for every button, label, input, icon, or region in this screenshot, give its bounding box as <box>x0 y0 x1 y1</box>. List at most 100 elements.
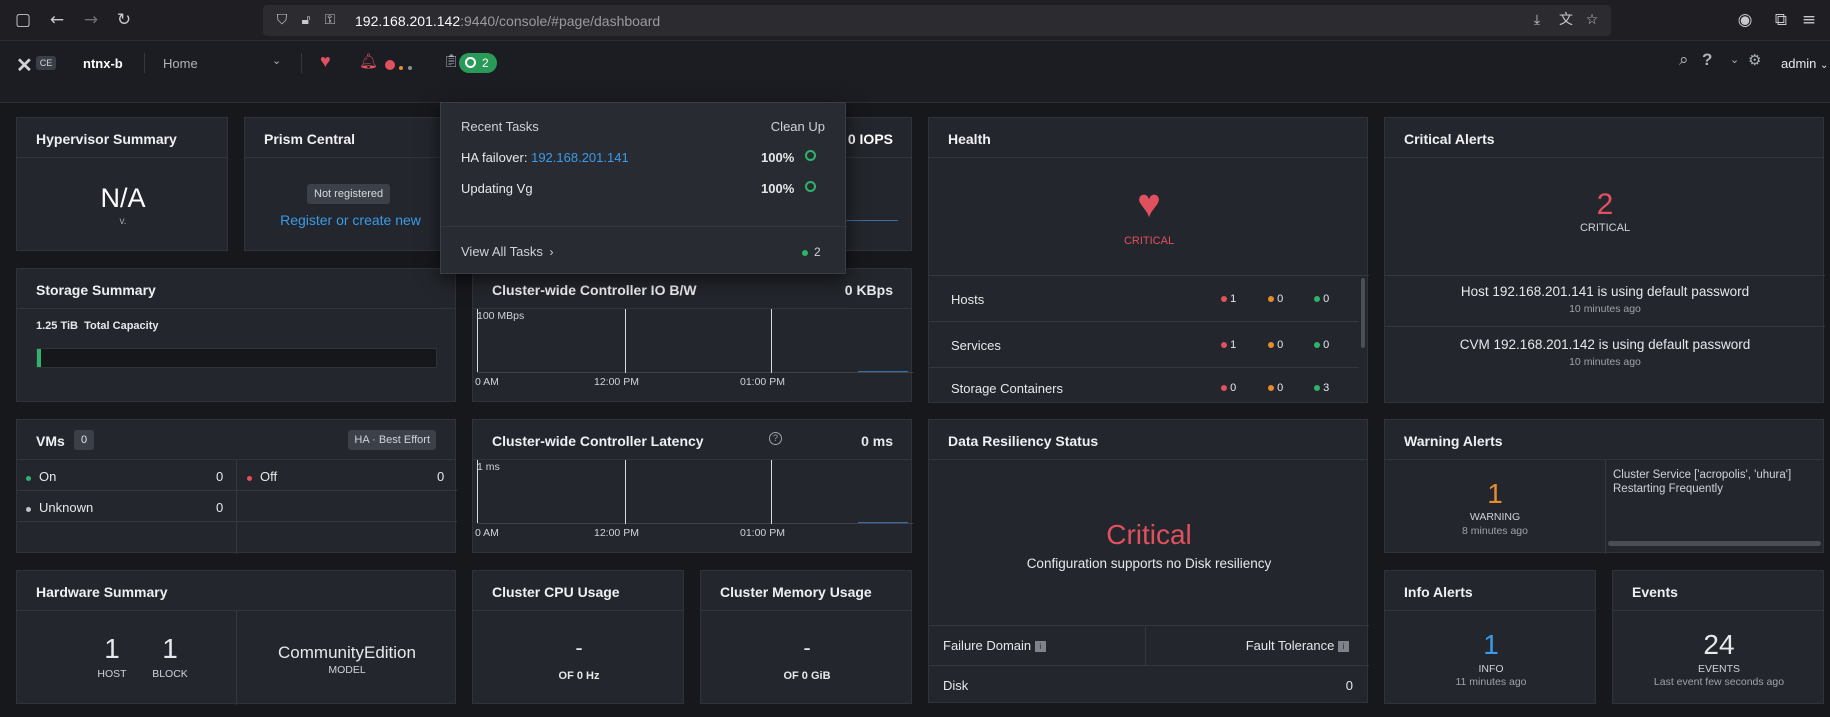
widget-title: Storage Summary <box>36 282 156 298</box>
resiliency-description: Configuration supports no Disk resilienc… <box>1026 556 1272 571</box>
ha-badge: HA · Best Effort <box>348 430 436 450</box>
help-icon[interactable]: ? <box>769 432 782 445</box>
alert-message[interactable]: Host 192.168.201.141 is using default pa… <box>1385 284 1825 299</box>
insecure-lock-icon[interactable]: 🔓︎ <box>295 9 317 31</box>
alert-dots[interactable] <box>385 57 412 75</box>
url-host: 192.168.201.142 <box>355 13 461 29</box>
gridline <box>771 460 772 524</box>
settings-gear-icon[interactable]: ⚙ <box>1748 51 1761 69</box>
latency-value: 0 ms <box>861 433 893 449</box>
health-row-storage-containers[interactable]: Storage Containers 0 0 3 <box>929 368 1359 402</box>
critical-count: 1 <box>1221 339 1236 351</box>
cpu-capacity: OF 0 Hz <box>558 670 600 682</box>
warning-alerts-widget[interactable]: Warning Alerts 1 WARNING 8 minutes ago C… <box>1384 419 1824 554</box>
account-icon[interactable]: ◉ <box>1734 9 1756 31</box>
info-alerts-widget[interactable]: Info Alerts 1 INFO 11 minutes ago <box>1384 570 1596 704</box>
x-tick: 12:00 PM <box>594 527 639 539</box>
row-label: Storage Containers <box>951 381 1064 396</box>
y-axis-label: 1 ms <box>477 461 500 473</box>
nutanix-logo-icon[interactable]: ✕ <box>16 53 33 78</box>
chevron-down-icon[interactable]: ⌄ <box>272 54 281 67</box>
model-name: CommunityEdition <box>278 643 416 662</box>
help-chevron-down-icon[interactable]: ⌄ <box>1730 53 1739 66</box>
health-row-hosts[interactable]: Hosts 1 0 0 <box>929 276 1359 322</box>
series-line <box>858 522 908 523</box>
warning-message[interactable]: Cluster Service ['acropolis', 'uhura'] R… <box>1613 468 1811 496</box>
running-task-icon <box>465 57 476 68</box>
alerts-bell-icon[interactable]: 🔔︎ <box>359 52 378 70</box>
widget-title: Prism Central <box>264 131 356 147</box>
warning-count: 0 <box>1268 339 1283 351</box>
cluster-name[interactable]: ntnx-b <box>83 56 123 71</box>
view-all-tasks-link[interactable]: View All Tasks › <box>461 244 554 259</box>
storage-summary-widget[interactable]: Storage Summary 1.25 TiB Total Capacity <box>16 268 456 402</box>
critical-alerts-widget[interactable]: Critical Alerts 2 CRITICAL Host 192.168.… <box>1384 117 1825 403</box>
main-nav-dropdown[interactable]: Home <box>163 56 198 71</box>
warning-count: 1 <box>1487 478 1503 509</box>
vm-off[interactable]: Off <box>247 469 277 484</box>
widget-title: VMs <box>36 433 65 449</box>
download-icon[interactable]: ⤓ <box>1526 9 1548 31</box>
widget-header: Cluster-wide Controller Latency ? 0 ms <box>473 420 911 460</box>
info-count: 1 <box>1483 629 1499 660</box>
hardware-summary-widget[interactable]: Hardware Summary 1 HOST 1 BLOCK Communit… <box>16 570 456 705</box>
cpu-value: - <box>575 635 583 660</box>
y-axis-label: 100 MBps <box>477 310 525 322</box>
back-icon[interactable]: ← <box>46 9 68 31</box>
reload-icon[interactable]: ↻ <box>113 9 135 31</box>
widget-header: Hardware Summary <box>17 571 455 611</box>
clean-up-link[interactable]: Clean Up <box>771 119 825 134</box>
register-link[interactable]: Register or create new <box>245 212 456 228</box>
alert-message[interactable]: CVM 192.168.201.142 is using default pas… <box>1385 337 1825 352</box>
bookmark-star-icon[interactable]: ☆ <box>1581 9 1603 31</box>
io-bandwidth-widget[interactable]: Cluster-wide Controller IO B/W 0 KBps 10… <box>472 268 913 402</box>
horizontal-scrollbar[interactable] <box>1608 541 1821 546</box>
tasks-count-badge[interactable]: 2 <box>459 53 497 73</box>
search-icon[interactable]: ⌕ <box>1679 50 1689 70</box>
chart-baseline <box>477 372 913 373</box>
widget-title: Data Resiliency Status <box>948 433 1099 449</box>
forward-icon[interactable]: → <box>80 9 102 31</box>
prism-central-widget[interactable]: Prism Central Not registered Register or… <box>244 117 455 251</box>
cpu-usage-widget[interactable]: Cluster CPU Usage - OF 0 Hz <box>472 570 684 704</box>
task-item[interactable]: HA failover: 192.168.201.141 <box>461 150 629 165</box>
address-bar[interactable]: ⛉ 🔓︎ ⚿ 192.168.201.142:9440/console/#pag… <box>263 5 1611 36</box>
widget-header: Cluster-wide Controller IO B/W 0 KBps <box>473 269 911 309</box>
translate-icon[interactable]: 文 <box>1555 9 1577 31</box>
widget-header: Warning Alerts <box>1385 420 1823 460</box>
user-menu[interactable]: admin ⌄ <box>1781 56 1828 71</box>
data-resiliency-widget[interactable]: Data Resiliency Status Critical Configur… <box>928 419 1369 703</box>
vm-on[interactable]: On <box>26 469 56 484</box>
memory-capacity: OF 0 GiB <box>783 670 831 682</box>
health-row-services[interactable]: Services 1 0 0 <box>929 322 1359 368</box>
vm-on-count: 0 <box>216 469 224 484</box>
health-widget[interactable]: Health ♥ CRITICAL Hosts 1 0 0 Services 1… <box>928 117 1369 403</box>
chart-baseline <box>477 523 913 524</box>
warning-label: WARNING <box>1469 511 1521 523</box>
info-icon: i <box>1034 641 1046 653</box>
sidebar-icon[interactable]: ▢ <box>12 9 34 31</box>
x-tick: 12:00 PM <box>594 376 639 388</box>
task-item[interactable]: Updating Vg <box>461 181 533 196</box>
memory-usage-widget[interactable]: Cluster Memory Usage - OF 0 GiB <box>700 570 912 704</box>
help-icon[interactable]: ? <box>1702 50 1712 70</box>
events-widget[interactable]: Events 24 EVENTS Last event few seconds … <box>1612 570 1824 704</box>
memory-value: - <box>803 635 811 660</box>
vms-widget[interactable]: VMs 0 HA · Best Effort On 0 Off 0 Unknow… <box>16 419 457 554</box>
user-chevron-down-icon: ⌄ <box>1820 60 1829 71</box>
x-tick: 01:00 PM <box>740 376 785 388</box>
vm-unknown[interactable]: Unknown <box>26 500 93 515</box>
series-line <box>858 371 908 372</box>
hypervisor-summary-widget[interactable]: Hypervisor Summary N/A v. <box>16 117 228 251</box>
key-icon[interactable]: ⚿ <box>319 9 341 31</box>
iops-value: 0 IOPS <box>847 131 893 147</box>
scrollbar[interactable] <box>1361 278 1365 348</box>
extensions-icon[interactable]: ⧉ <box>1770 9 1792 31</box>
failure-domain-label: Failure Domain i <box>943 638 1046 653</box>
menu-icon[interactable]: ≡ <box>1798 9 1820 31</box>
tasks-clipboard-icon[interactable]: 📋︎ <box>443 53 460 69</box>
not-registered-badge: Not registered <box>307 184 391 204</box>
warning-time: 8 minutes ago <box>1462 525 1528 537</box>
health-heart-icon[interactable]: ♥ <box>320 51 331 72</box>
latency-widget[interactable]: Cluster-wide Controller Latency ? 0 ms 1… <box>472 419 913 553</box>
